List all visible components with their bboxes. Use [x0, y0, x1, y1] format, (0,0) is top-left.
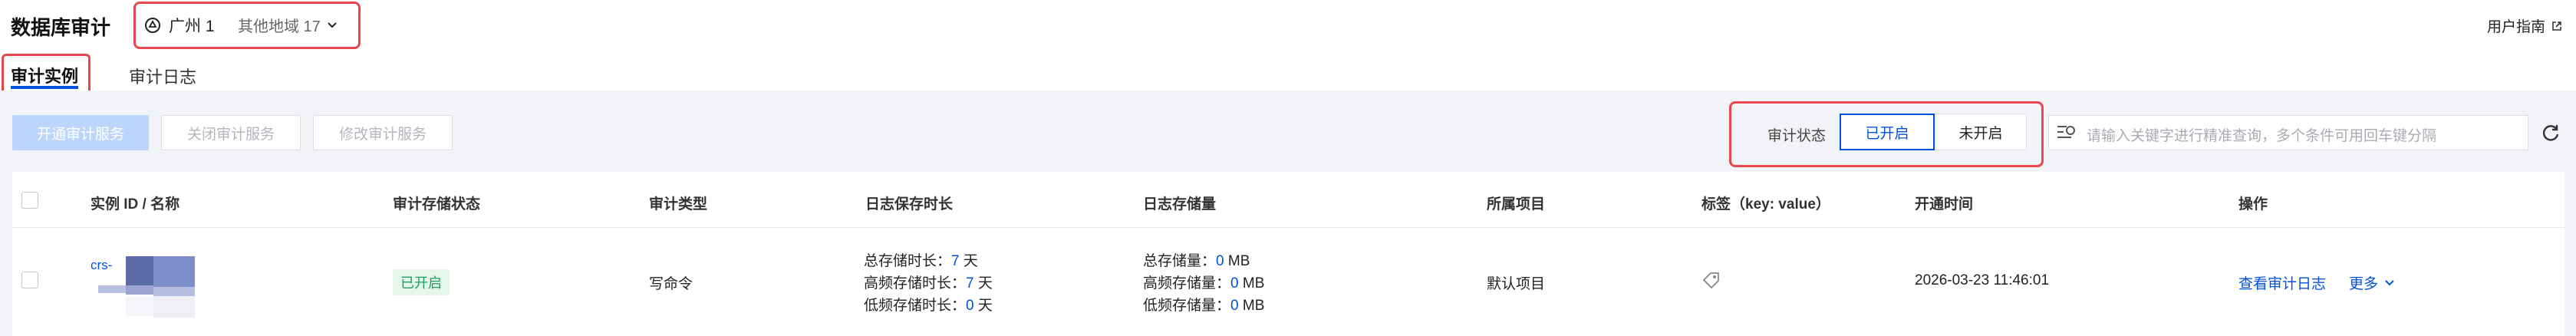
- more-label: 更多: [2349, 276, 2379, 292]
- col-storage-status: 审计存储状态: [393, 196, 481, 212]
- storage-unit: MB: [1227, 253, 1250, 269]
- search-placeholder: 请输入关键字进行精准查询，多个条件可用回车键分隔: [2087, 128, 2437, 144]
- high-retention: 高频存储时长：7 天: [864, 272, 993, 292]
- tab-active-indicator: [11, 86, 78, 89]
- redacted-instance-name: [98, 256, 195, 318]
- total-retention: 总存储时长：7 天: [864, 249, 978, 270]
- open-time: 2026-03-23 11:46:01: [1915, 272, 2050, 288]
- total-storage: 总存储量：0 MB: [1143, 249, 1250, 270]
- enable-audit-button[interactable]: 开通审计服务: [12, 115, 149, 150]
- user-guide-link[interactable]: 用户指南: [2487, 15, 2562, 36]
- retention-unit: 天: [963, 253, 978, 269]
- view-audit-log-link[interactable]: 查看审计日志: [2238, 272, 2326, 293]
- total-storage-value: 0: [1216, 253, 1224, 269]
- tag-icon[interactable]: [1701, 271, 1721, 291]
- status-filter-label: 审计状态: [1767, 128, 1827, 144]
- total-retention-value: 7: [951, 253, 960, 269]
- high-storage-value: 0: [1230, 275, 1239, 292]
- tab-audit-instances[interactable]: 审计实例: [11, 63, 78, 87]
- header-divider: [12, 227, 2564, 228]
- chevron-down-icon: [327, 20, 338, 31]
- other-regions-label: 其他地域 17: [238, 18, 321, 35]
- col-log-retention: 日志保存时长: [865, 196, 954, 212]
- external-link-icon: [2551, 21, 2562, 31]
- more-actions-dropdown[interactable]: 更多: [2349, 272, 2395, 293]
- audit-type: 写命令: [649, 276, 693, 292]
- row-checkbox[interactable]: [21, 272, 38, 288]
- high-storage: 高频存储量：0 MB: [1143, 272, 1264, 292]
- select-all-checkbox[interactable]: [21, 192, 38, 209]
- filter-list-icon: [2056, 124, 2076, 140]
- total-retention-label: 总存储时长：: [864, 253, 952, 269]
- low-storage-value: 0: [1230, 298, 1239, 314]
- low-storage-label: 低频存储量：: [1143, 298, 1231, 314]
- retention-unit: 天: [977, 275, 993, 292]
- col-project: 所属项目: [1487, 196, 1546, 212]
- chevron-down-icon: [2384, 278, 2395, 288]
- tab-audit-logs[interactable]: 审计日志: [129, 64, 196, 88]
- region-icon: [144, 17, 161, 34]
- disable-audit-button[interactable]: 关闭审计服务: [161, 115, 301, 150]
- storage-unit: MB: [1242, 298, 1265, 314]
- refresh-icon[interactable]: [2541, 123, 2561, 143]
- page-title: 数据库审计: [11, 16, 111, 39]
- other-regions-dropdown[interactable]: 其他地域 17: [238, 14, 338, 36]
- user-guide-label: 用户指南: [2487, 19, 2546, 35]
- col-log-storage: 日志存储量: [1143, 196, 1217, 212]
- high-retention-value: 7: [966, 275, 974, 292]
- storage-unit: MB: [1242, 275, 1265, 292]
- status-on-option[interactable]: 已开启: [1840, 114, 1935, 150]
- modify-audit-button[interactable]: 修改审计服务: [313, 115, 453, 150]
- current-region: 广州 1: [169, 18, 215, 35]
- col-open-time: 开通时间: [1915, 196, 1974, 212]
- region-selector[interactable]: 广州 1: [144, 14, 215, 37]
- low-retention: 低频存储时长：0 天: [864, 294, 993, 315]
- storage-status-badge: 已开启: [393, 269, 450, 295]
- high-storage-label: 高频存储量：: [1143, 275, 1231, 292]
- high-retention-label: 高频存储时长：: [864, 275, 967, 292]
- low-retention-value: 0: [966, 298, 974, 314]
- low-retention-label: 低频存储时长：: [864, 298, 967, 314]
- col-actions: 操作: [2238, 196, 2268, 212]
- total-storage-label: 总存储量：: [1143, 253, 1217, 269]
- col-tags: 标签（key: value）: [1701, 196, 1830, 212]
- col-audit-type: 审计类型: [649, 196, 708, 212]
- status-off-option[interactable]: 未开启: [1935, 114, 2027, 150]
- col-instance-id: 实例 ID / 名称: [91, 196, 180, 212]
- low-storage: 低频存储量：0 MB: [1143, 294, 1264, 315]
- project-name: 默认项目: [1487, 276, 1546, 292]
- retention-unit: 天: [977, 298, 993, 314]
